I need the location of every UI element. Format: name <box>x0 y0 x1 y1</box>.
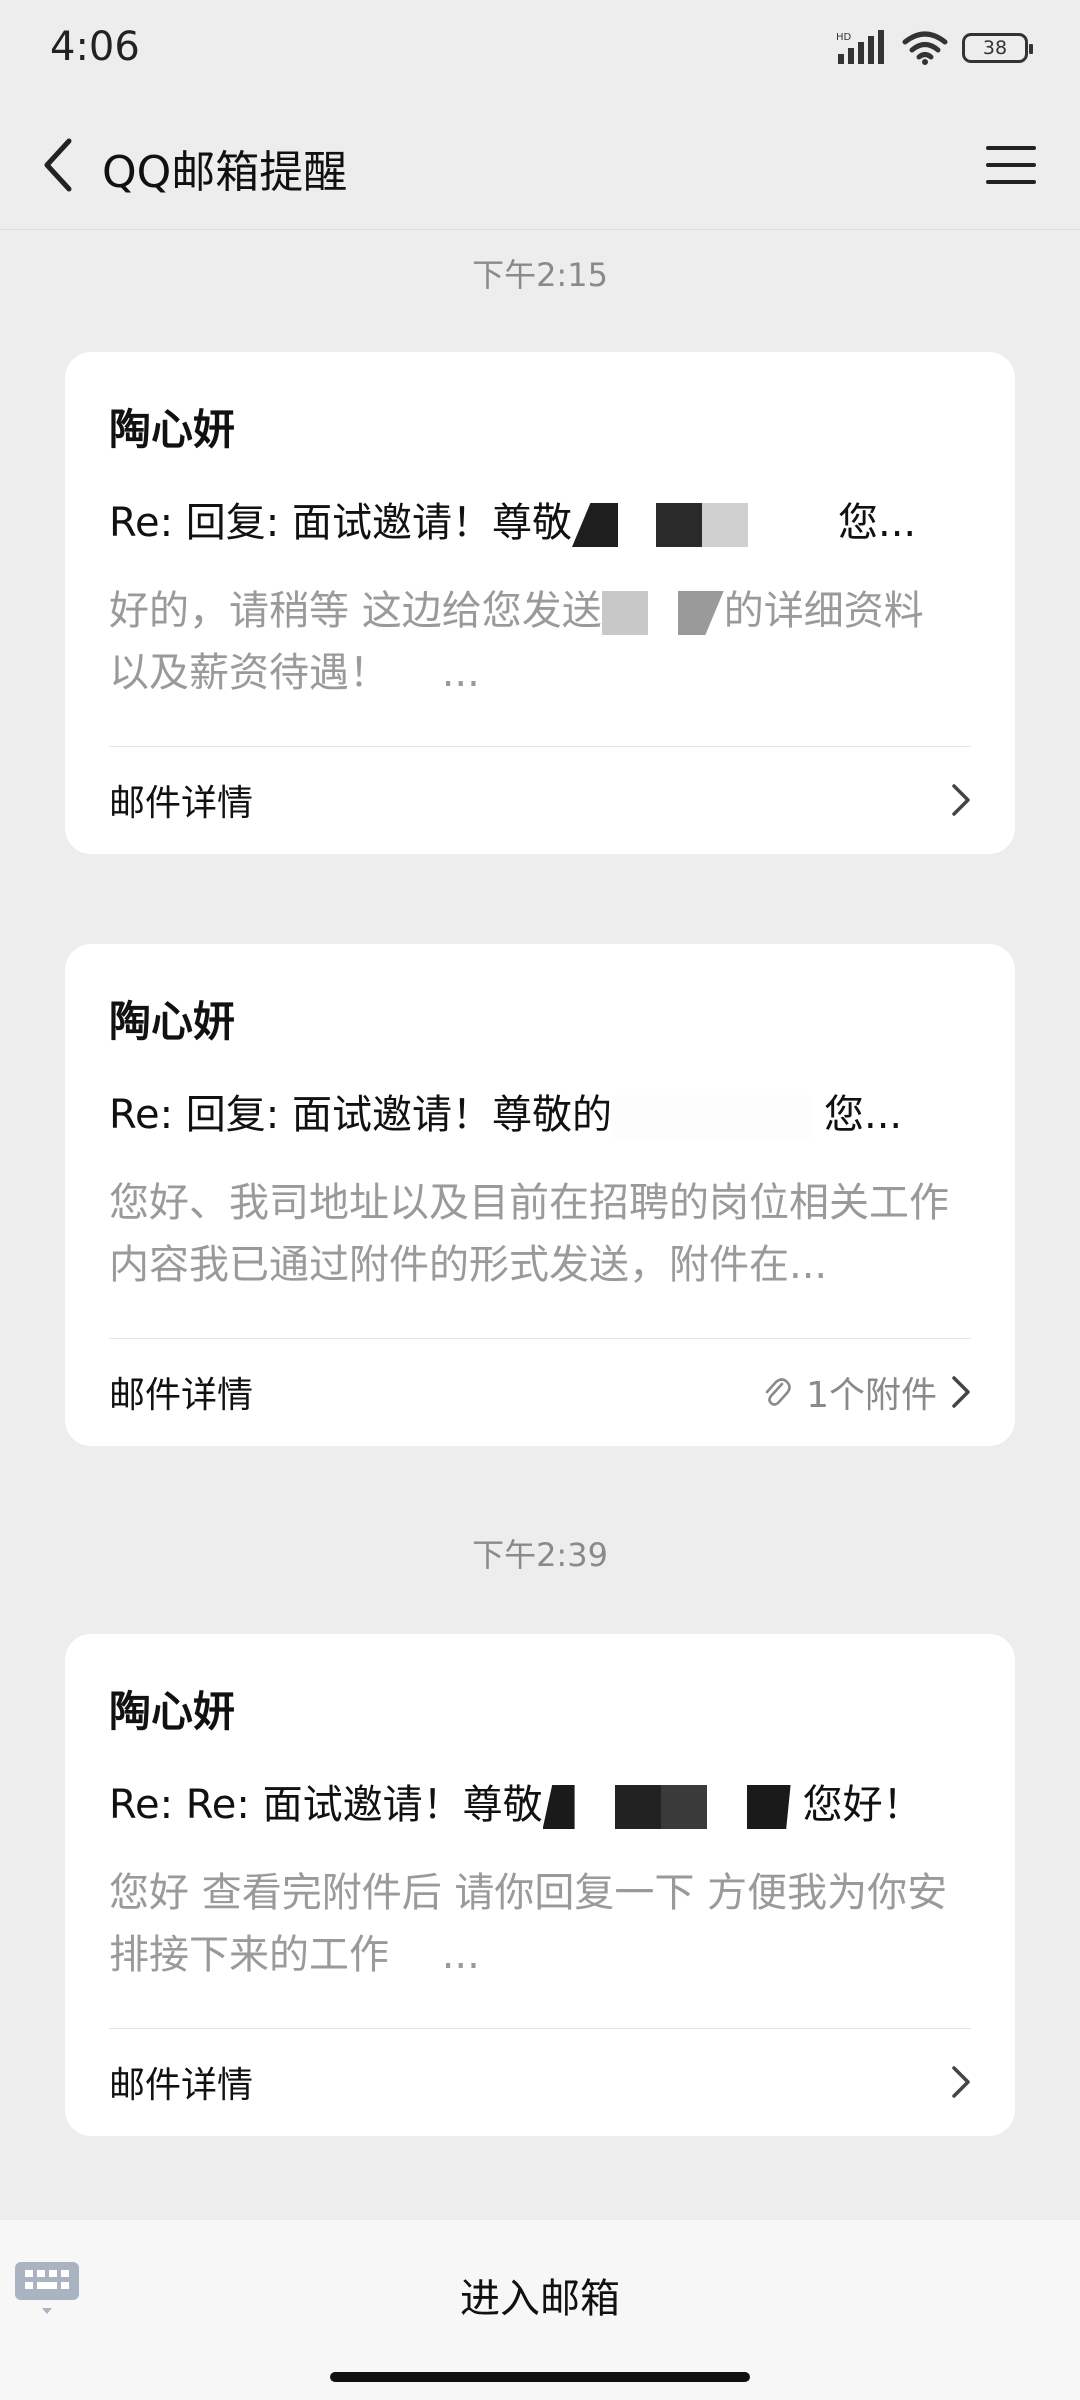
redaction-mark <box>612 1095 812 1139</box>
time-divider: 下午2:15 <box>472 256 608 294</box>
mail-detail-label: 邮件详情 <box>109 2065 254 2106</box>
battery-indicator: 38 <box>962 33 1033 63</box>
svg-text:HD: HD <box>836 32 852 43</box>
footer-right <box>951 783 971 817</box>
redaction-mark <box>746 1785 791 1829</box>
mail-subject-text: Re: Re: 面试邀请！尊敬 <box>109 1782 543 1828</box>
back-button[interactable] <box>28 130 88 200</box>
mail-sender: 陶心妍 <box>109 997 236 1046</box>
mail-detail-label: 邮件详情 <box>109 1375 254 1416</box>
chevron-right-icon <box>952 784 970 816</box>
paperclip-icon <box>765 1378 791 1406</box>
redaction-mark <box>677 591 724 635</box>
status-time: 4:06 <box>50 24 140 70</box>
back-arrow-icon <box>44 138 72 192</box>
mail-preview: 好的，请稍等 这边给您发送 的详细资料 以及薪资待遇！ ... <box>109 580 975 704</box>
hamburger-menu-icon <box>986 146 1036 184</box>
mail-preview: 您好、我司地址以及目前在招聘的岗位相关工作内容我已通过附件的形式发送，附件在..… <box>109 1180 949 1288</box>
mail-subject-end: 您... <box>824 1092 903 1138</box>
mail-card[interactable]: 陶心妍 Re: 回复: 面试邀请！尊敬 您... 好的，请稍等 这边给您发送 的详细… <box>65 352 1015 854</box>
footer-right <box>951 2065 971 2099</box>
redaction-mark <box>702 503 748 547</box>
mail-preview-text: 好的，请稍等 这边给您发送 <box>109 588 602 634</box>
mail-card[interactable]: 陶心妍 Re: 回复: 面试邀请！尊敬的 您... 您好、我司地址以及目前在招聘的… <box>65 944 1015 1446</box>
mail-subject-text: Re: 回复: 面试邀请！尊敬的 <box>109 1092 612 1138</box>
page-title: QQ邮箱提醒 <box>102 147 348 198</box>
home-indicator[interactable] <box>330 2372 750 2382</box>
mail-preview-text-mid: 的详细资料 <box>723 588 924 634</box>
mail-preview: 您好 查看完附件后 请你回复一下 方便我为你安排接下来的工作 ... <box>109 1870 948 1978</box>
cellular-signal-icon: HD <box>836 30 884 64</box>
redaction-mark <box>660 1785 707 1829</box>
attachment-info: 1个附件 <box>762 1366 971 1418</box>
mail-subject: Re: Re: 面试邀请！尊敬 您好！ <box>109 1772 975 1830</box>
mail-detail-label: 邮件详情 <box>109 783 254 824</box>
mail-sender: 陶心妍 <box>109 1687 236 1736</box>
mail-subject: Re: 回复: 面试邀请！尊敬 您... <box>109 490 975 548</box>
mail-subject-end: 您好！ <box>802 1782 923 1828</box>
redaction-mark <box>572 503 618 547</box>
mail-subject: Re: 回复: 面试邀请！尊敬的 您... <box>109 1082 975 1140</box>
redaction-mark <box>656 503 702 547</box>
mail-detail-link[interactable]: 邮件详情 1个附件 <box>109 1339 971 1445</box>
redaction-mark <box>542 1785 575 1829</box>
status-bar: 4:06 HD 38 <box>0 0 1080 100</box>
time-divider: 下午2:39 <box>472 1536 608 1574</box>
battery-level: 38 <box>982 37 1008 59</box>
chevron-right-icon <box>952 2066 970 2098</box>
mail-sender: 陶心妍 <box>109 405 236 454</box>
mail-detail-link[interactable]: 邮件详情 <box>109 747 971 853</box>
bottom-bar: 进入邮箱 <box>0 2220 1080 2400</box>
enter-mailbox-button[interactable]: 进入邮箱 <box>0 2266 1080 2324</box>
wifi-icon <box>902 31 948 65</box>
redaction-mark <box>601 591 648 635</box>
mail-subject-text: Re: 回复: 面试邀请！尊敬 <box>109 500 572 546</box>
mail-detail-link[interactable]: 邮件详情 <box>109 2029 971 2135</box>
attachment-count: 1个附件 <box>806 1375 937 1416</box>
mail-preview-text-line2: 以及薪资待遇！ ... <box>109 650 480 696</box>
menu-button[interactable] <box>982 136 1040 194</box>
status-icons: HD 38 <box>836 30 1033 66</box>
chevron-right-icon <box>952 1376 970 1408</box>
redaction-mark <box>614 1785 661 1829</box>
nav-bar: QQ邮箱提醒 <box>0 100 1080 230</box>
mail-card[interactable]: 陶心妍 Re: Re: 面试邀请！尊敬 您好！ 您好 查看完附件后 请你回复一下 … <box>65 1634 1015 2136</box>
mail-subject-end: 您... <box>838 500 917 546</box>
